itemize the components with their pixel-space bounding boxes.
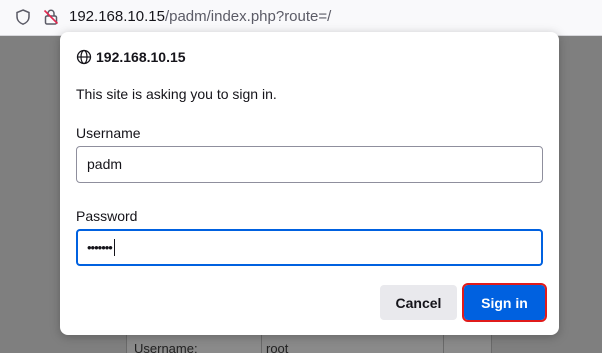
sign-in-button[interactable]: Sign in — [462, 283, 547, 322]
globe-icon — [76, 49, 92, 65]
password-label: Password — [76, 208, 138, 224]
password-field[interactable]: ••••••• — [76, 229, 543, 266]
password-value: ••••••• — [87, 240, 113, 255]
username-label: Username — [76, 125, 141, 141]
username-value: padm — [87, 156, 123, 172]
url-host: 192.168.10.15 — [69, 8, 165, 25]
dialog-host: 192.168.10.15 — [96, 49, 186, 65]
username-field[interactable]: padm — [76, 146, 543, 183]
background-username-value: root — [266, 341, 289, 353]
auth-dialog: 192.168.10.15 This site is asking you to… — [60, 32, 559, 335]
url-bar[interactable]: 192.168.10.15/padm/index.php?route=/ — [0, 0, 602, 36]
shield-icon[interactable] — [14, 8, 32, 26]
dialog-message: This site is asking you to sign in. — [76, 86, 277, 102]
cancel-button[interactable]: Cancel — [380, 285, 457, 320]
url-text[interactable]: 192.168.10.15/padm/index.php?route=/ — [69, 8, 331, 26]
url-path: /padm/index.php?route=/ — [164, 8, 332, 25]
background-username-label: Username: — [134, 341, 198, 353]
insecure-lock-icon[interactable] — [42, 8, 60, 26]
text-caret — [113, 238, 115, 256]
